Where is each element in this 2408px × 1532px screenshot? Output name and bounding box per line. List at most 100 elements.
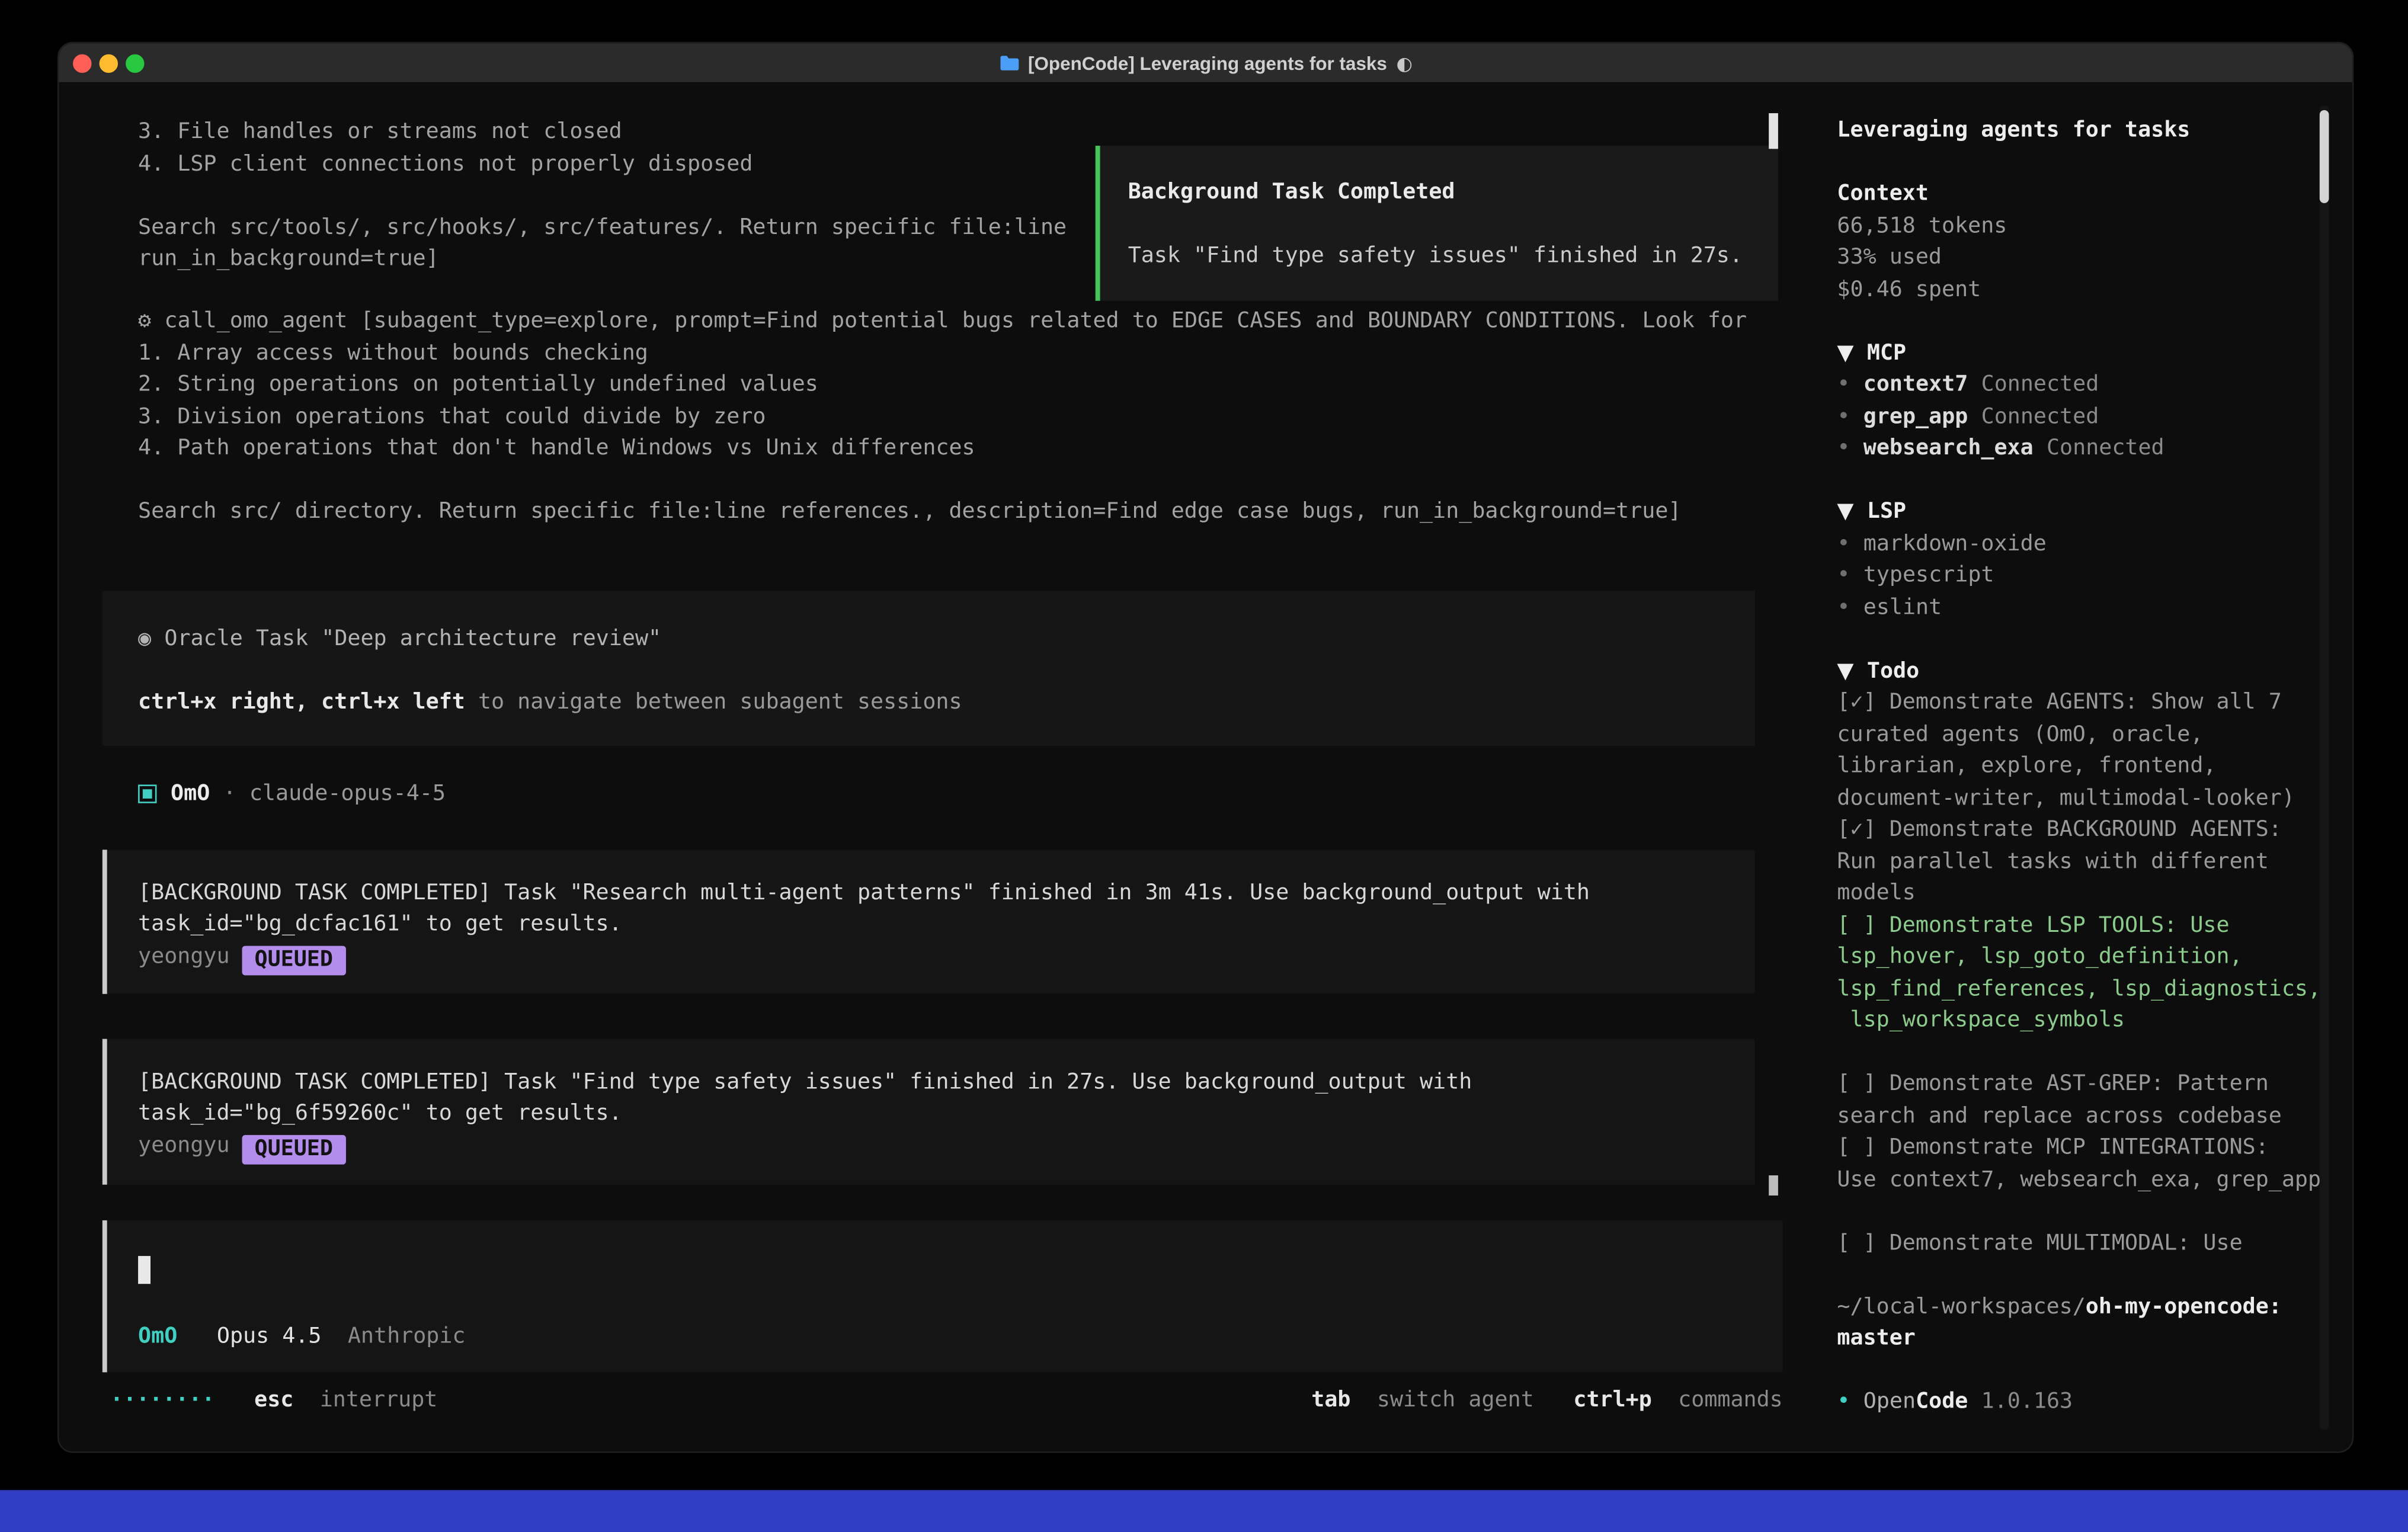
lsp-section: ▼LSP •markdown-oxide •typescript •eslint [1837, 496, 2327, 624]
workspace-repo: oh-my-opencode: [2086, 1294, 2282, 1319]
close-button[interactable] [73, 53, 91, 72]
bullet-icon: • [1837, 372, 1850, 397]
workspace-branch: master [1837, 1323, 2327, 1355]
progress-icon: ◐ [1397, 52, 1413, 74]
separator-dot: · [223, 778, 236, 810]
spinner-dots: ········ [110, 1388, 215, 1413]
context-heading: Context [1837, 178, 2327, 210]
message-meta: yeongyu QUEUED [138, 1130, 1755, 1164]
window-title: [OpenCode] Leveraging agents for tasks ◐ [59, 43, 2352, 82]
bullet-icon: • [1837, 595, 1850, 620]
zoom-button[interactable] [126, 53, 144, 72]
mcp-item: •grep_appConnected [1837, 401, 2327, 433]
gear-icon: ⚙ [138, 309, 151, 334]
bullet-icon: • [1837, 1389, 1850, 1414]
log-line: Search src/tools/, src/hooks/, src/featu… [138, 211, 1067, 243]
prompt-input[interactable]: OmO Opus 4.5 Anthropic [103, 1220, 1783, 1373]
minimize-button[interactable] [100, 53, 118, 72]
agent-model: claude-opus-4-5 [249, 778, 446, 810]
agent-header: OmO · claude-opus-4-5 [138, 778, 446, 810]
background-window-strip [0, 1490, 2408, 1532]
input-provider-name: Anthropic [348, 1324, 466, 1349]
status-badge: QUEUED [242, 945, 345, 975]
context-used: 33% used [1837, 242, 2327, 274]
message-line: [BACKGROUND TASK COMPLETED] Task "Resear… [138, 877, 1755, 909]
screen: [OpenCode] Leveraging agents for tasks ◐… [0, 0, 2408, 1532]
chevron-down-icon: ▼ [1837, 658, 1853, 683]
background-task-toast: Background Task Completed Task "Find typ… [1096, 146, 1778, 301]
status-bar: ········ esc interrupt tab switch agent … [110, 1384, 1813, 1416]
input-model-name: Opus 4.5 [217, 1324, 322, 1349]
message-line: task_id="bg_dcfac161" to get results. [138, 909, 1755, 941]
brand-open: Open [1863, 1389, 1916, 1414]
input-meta-row: OmO Opus 4.5 Anthropic [138, 1321, 465, 1353]
main-scrollbar-mark[interactable] [1769, 1175, 1778, 1196]
tab-key-label: switch agent [1377, 1388, 1534, 1413]
workspace-prefix: ~/local-workspaces/ [1837, 1294, 2085, 1319]
log-line: run_in_background=true] [138, 243, 1067, 275]
tool-call-block: ⚙ call_omo_agent [subagent_type=explore, … [138, 306, 1747, 528]
input-agent-name: OmO [138, 1324, 177, 1349]
mcp-heading[interactable]: ▼MCP [1837, 337, 2327, 369]
message-line: task_id="bg_6f59260c" to get results. [138, 1098, 1755, 1130]
log-block-top: 3. File handles or streams not closed 4.… [138, 116, 1067, 275]
context-tokens: 66,518 tokens [1837, 210, 2327, 242]
radio-dot-icon: ◉ [138, 626, 151, 650]
mcp-section: ▼MCP •context7Connected •grep_appConnect… [1837, 337, 2327, 464]
main-scrollbar-thumb[interactable] [1769, 113, 1778, 149]
version-number: 1.0.163 [1981, 1389, 2073, 1414]
chat-area: 3. File handles or streams not closed 4.… [59, 84, 1813, 1451]
tool-call-text: call_omo_agent [subagent_type=explore, p… [164, 309, 1747, 334]
traffic-lights [59, 53, 145, 72]
message-line: [BACKGROUND TASK COMPLETED] Task "Find t… [138, 1066, 1755, 1098]
todo-item-active: [ ] Demonstrate LSP TOOLS: Use lsp_hover… [1837, 909, 2327, 1037]
bullet-icon: • [1837, 404, 1850, 429]
mcp-item: •websearch_exaConnected [1837, 432, 2327, 464]
agent-name: OmO [171, 778, 210, 810]
keyboard-shortcut: ctrl+x right, ctrl+x left [138, 689, 465, 714]
todo-item: [ ] Demonstrate MCP INTEGRATIONS: Use co… [1837, 1132, 2327, 1196]
message-meta: yeongyu QUEUED [138, 940, 1755, 975]
tool-call-header: ⚙ call_omo_agent [subagent_type=explore, … [138, 306, 1747, 338]
titlebar: [OpenCode] Leveraging agents for tasks ◐ [59, 43, 2352, 84]
bullet-icon: • [1837, 563, 1850, 588]
oracle-nav-hint: ctrl+x right, ctrl+x left to navigate be… [138, 686, 1755, 718]
chevron-down-icon: ▼ [1837, 499, 1853, 524]
status-badge: QUEUED [242, 1134, 345, 1164]
version-row: • OpenCode 1.0.163 [1837, 1386, 2327, 1418]
toast-body: Task "Find type safety issues" finished … [1128, 241, 1778, 273]
log-line: 4. LSP client connections not properly d… [138, 148, 1067, 180]
todo-item: [✓] Demonstrate AGENTS: Show all 7 curat… [1837, 687, 2327, 815]
todo-item: [✓] Demonstrate BACKGROUND AGENTS: Run p… [1837, 814, 2327, 909]
todo-item: [ ] Demonstrate MULTIMODAL: Use [1837, 1227, 2327, 1259]
todo-item: [ ] Demonstrate AST-GREP: Pattern search… [1837, 1068, 2327, 1132]
brand-code: Code [1916, 1389, 1968, 1414]
sidebar-scrollbar-thumb[interactable] [2320, 110, 2329, 203]
agent-square-icon [138, 785, 156, 803]
todo-heading[interactable]: ▼Todo [1837, 655, 2327, 687]
esc-key-hint: esc [254, 1388, 293, 1413]
lsp-item: •typescript [1837, 560, 2327, 592]
message-block: [BACKGROUND TASK COMPLETED] Task "Resear… [103, 850, 1755, 993]
sidebar-scrollbar-track[interactable] [2320, 105, 2329, 1430]
oracle-task-panel: ◉Oracle Task "Deep architecture review" … [103, 591, 1755, 746]
message-author: yeongyu [138, 944, 230, 969]
tool-call-line: 2. String operations on potentially unde… [138, 369, 1747, 401]
window-title-text: [OpenCode] Leveraging agents for tasks [1028, 52, 1387, 74]
toast-title: Background Task Completed [1128, 177, 1778, 209]
context-section: Context 66,518 tokens 33% used $0.46 spe… [1837, 178, 2327, 306]
tool-call-line: 4. Path operations that don't handle Win… [138, 432, 1747, 464]
tool-call-line: Search src/ directory. Return specific f… [138, 496, 1747, 528]
sidebar: Leveraging agents for tasks Context 66,5… [1813, 84, 2352, 1451]
lsp-heading[interactable]: ▼LSP [1837, 496, 2327, 528]
workspace-path: ~/local-workspaces/oh-my-opencode: maste… [1837, 1291, 2327, 1354]
message-author: yeongyu [138, 1133, 230, 1158]
session-title: Leveraging agents for tasks [1837, 115, 2327, 147]
chevron-down-icon: ▼ [1837, 341, 1853, 366]
terminal-window: [OpenCode] Leveraging agents for tasks ◐… [57, 42, 2354, 1453]
log-line: 3. File handles or streams not closed [138, 116, 1067, 148]
bullet-icon: • [1837, 435, 1850, 460]
status-bar-right: tab switch agent ctrl+p commands [1311, 1384, 1782, 1416]
tool-call-line: 3. Division operations that could divide… [138, 401, 1747, 433]
lsp-item: •eslint [1837, 592, 2327, 624]
